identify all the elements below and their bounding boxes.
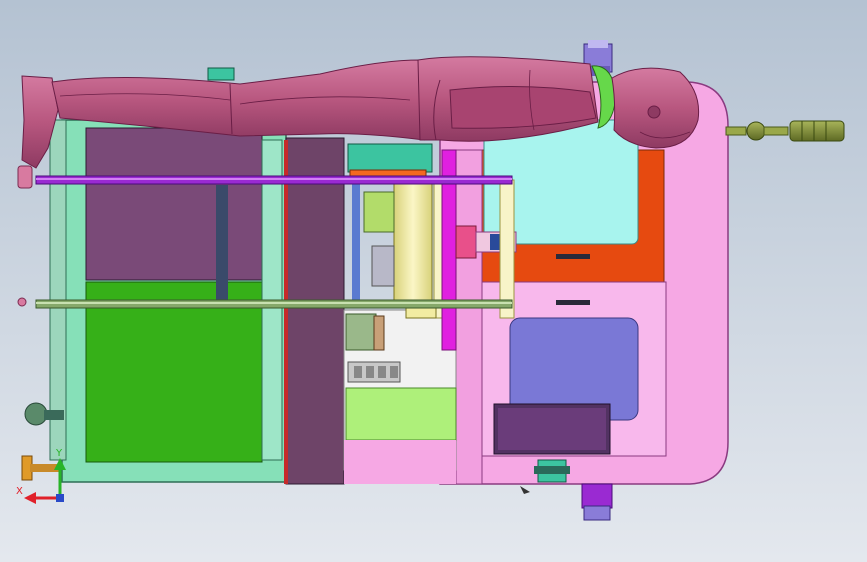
figure-ear <box>647 105 661 119</box>
figure-arm <box>449 85 597 129</box>
green-block <box>345 387 457 441</box>
motor-housing <box>345 313 377 351</box>
triad-y-label: Y <box>55 448 63 459</box>
handle-upper <box>556 254 590 259</box>
vertical-rail-2 <box>363 191 395 233</box>
green-panel <box>85 281 263 463</box>
center-column-edge <box>284 140 288 484</box>
top-left-clip <box>207 67 235 81</box>
slide-rail-right <box>499 179 515 319</box>
slide-column <box>393 183 433 303</box>
purple-panel <box>85 127 263 281</box>
gear-stack <box>347 361 401 383</box>
spindle-housing <box>455 225 477 259</box>
motor-housing-lip <box>373 315 385 351</box>
assembly-drawing: X Y <box>0 0 867 562</box>
upper-rail-highlight <box>36 178 512 180</box>
vertical-rail <box>352 180 360 300</box>
cabinet-divider <box>455 149 483 485</box>
bottom-clamp <box>534 459 570 483</box>
lower-rail-highlight <box>36 302 512 304</box>
left-edge-plate <box>49 119 67 461</box>
monitor-screen <box>498 408 606 450</box>
handle-lower <box>556 300 590 305</box>
triad-x-label: X <box>16 486 23 497</box>
bottom-post <box>581 483 613 521</box>
pink-strip <box>344 440 456 484</box>
frame-post-left <box>216 185 228 303</box>
center-column <box>285 137 345 485</box>
cad-viewport[interactable]: X Y <box>0 0 867 562</box>
motor-cylinder <box>371 245 395 287</box>
carriage-teal <box>347 143 433 173</box>
right-cabinet <box>439 81 729 485</box>
